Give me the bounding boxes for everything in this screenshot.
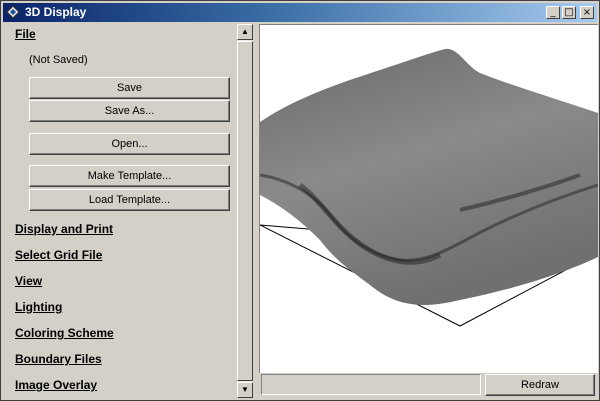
terrain-surface: [260, 48, 598, 327]
scrollbar-thumb[interactable]: [237, 41, 253, 381]
terrain-mesh: [260, 48, 598, 305]
section-file[interactable]: File: [15, 27, 36, 41]
bottom-bar: Redraw: [259, 373, 597, 398]
make-template-button[interactable]: Make Template...: [29, 165, 230, 187]
section-display-print[interactable]: Display and Print: [15, 222, 113, 236]
window: 3D Display _ □ × File (Not Saved) Save S…: [0, 0, 600, 401]
save-as-button[interactable]: Save As...: [29, 100, 230, 122]
app-diamond-icon: [6, 5, 20, 19]
redraw-button[interactable]: Redraw: [485, 374, 595, 396]
save-button-label: Save: [116, 82, 143, 94]
redraw-button-label: Redraw: [521, 379, 559, 391]
save-as-button-label: Save As...: [104, 105, 155, 117]
load-template-button[interactable]: Load Template...: [29, 189, 230, 211]
close-button[interactable]: ×: [580, 6, 594, 19]
section-lighting[interactable]: Lighting: [15, 300, 62, 314]
open-button[interactable]: Open...: [29, 133, 230, 155]
terrain-3d-view[interactable]: [259, 24, 598, 373]
section-view[interactable]: View: [15, 274, 42, 288]
section-select-grid-file[interactable]: Select Grid File: [15, 248, 102, 262]
section-coloring-scheme[interactable]: Coloring Scheme: [15, 326, 114, 340]
minimize-button[interactable]: _: [546, 6, 560, 19]
load-template-button-label: Load Template...: [88, 194, 171, 206]
settings-panel: File (Not Saved) Save Save As... Open...…: [3, 24, 237, 398]
maximize-button[interactable]: □: [562, 6, 576, 19]
scroll-down-arrow-icon[interactable]: ▼: [237, 382, 253, 398]
open-button-label: Open...: [111, 138, 148, 150]
section-boundary-files[interactable]: Boundary Files: [15, 352, 102, 366]
panel-scrollbar[interactable]: ▲ ▼: [237, 24, 253, 398]
make-template-button-label: Make Template...: [87, 170, 172, 182]
section-image-overlay[interactable]: Image Overlay: [15, 378, 97, 392]
title-bar[interactable]: 3D Display _ □ ×: [3, 3, 597, 22]
save-status: (Not Saved): [29, 54, 88, 66]
window-title: 3D Display: [25, 5, 87, 19]
scroll-up-arrow-icon[interactable]: ▲: [237, 24, 253, 40]
save-button[interactable]: Save: [29, 77, 230, 99]
status-field: [261, 374, 481, 395]
